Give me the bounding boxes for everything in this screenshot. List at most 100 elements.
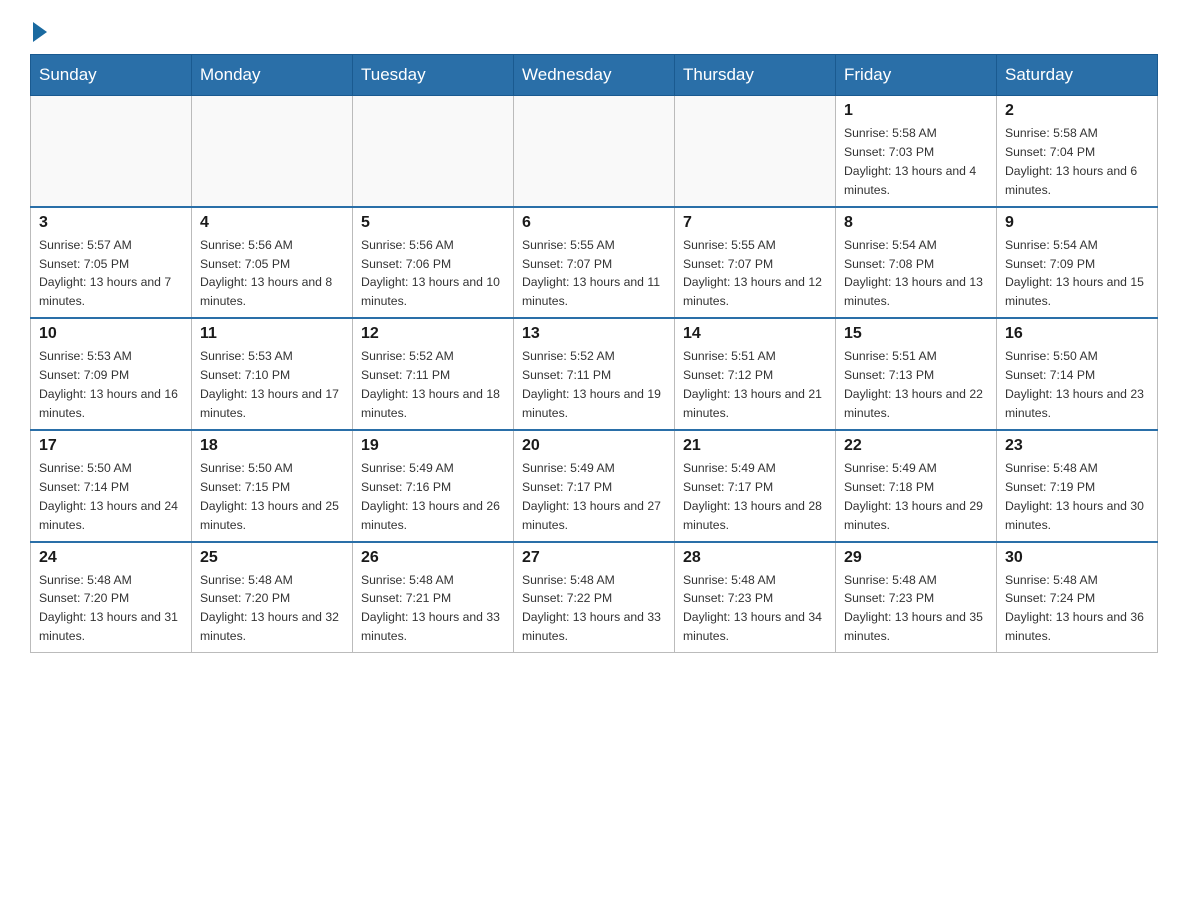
day-info: Sunrise: 5:55 AMSunset: 7:07 PMDaylight:…	[683, 236, 827, 312]
calendar-cell: 18 Sunrise: 5:50 AMSunset: 7:15 PMDayligh…	[192, 430, 353, 542]
day-info: Sunrise: 5:48 AMSunset: 7:23 PMDaylight:…	[683, 571, 827, 647]
calendar-cell	[192, 96, 353, 207]
day-info: Sunrise: 5:50 AMSunset: 7:15 PMDaylight:…	[200, 459, 344, 535]
day-number: 23	[1005, 437, 1149, 455]
day-info: Sunrise: 5:54 AMSunset: 7:08 PMDaylight:…	[844, 236, 988, 312]
day-info: Sunrise: 5:58 AMSunset: 7:04 PMDaylight:…	[1005, 124, 1149, 200]
calendar-cell: 14 Sunrise: 5:51 AMSunset: 7:12 PMDayligh…	[675, 318, 836, 430]
day-info: Sunrise: 5:52 AMSunset: 7:11 PMDaylight:…	[361, 347, 505, 423]
calendar-cell: 7 Sunrise: 5:55 AMSunset: 7:07 PMDaylight…	[675, 207, 836, 319]
calendar-cell: 2 Sunrise: 5:58 AMSunset: 7:04 PMDaylight…	[997, 96, 1158, 207]
calendar-cell: 30 Sunrise: 5:48 AMSunset: 7:24 PMDayligh…	[997, 542, 1158, 653]
day-number: 1	[844, 102, 988, 120]
day-number: 17	[39, 437, 183, 455]
day-number: 18	[200, 437, 344, 455]
day-info: Sunrise: 5:49 AMSunset: 7:17 PMDaylight:…	[683, 459, 827, 535]
day-info: Sunrise: 5:54 AMSunset: 7:09 PMDaylight:…	[1005, 236, 1149, 312]
calendar-cell: 16 Sunrise: 5:50 AMSunset: 7:14 PMDayligh…	[997, 318, 1158, 430]
weekday-header-saturday: Saturday	[997, 55, 1158, 96]
calendar-cell: 19 Sunrise: 5:49 AMSunset: 7:16 PMDayligh…	[353, 430, 514, 542]
weekday-header-tuesday: Tuesday	[353, 55, 514, 96]
day-number: 22	[844, 437, 988, 455]
day-info: Sunrise: 5:48 AMSunset: 7:24 PMDaylight:…	[1005, 571, 1149, 647]
calendar-week-row: 1 Sunrise: 5:58 AMSunset: 7:03 PMDaylight…	[31, 96, 1158, 207]
calendar-cell: 4 Sunrise: 5:56 AMSunset: 7:05 PMDaylight…	[192, 207, 353, 319]
day-info: Sunrise: 5:51 AMSunset: 7:12 PMDaylight:…	[683, 347, 827, 423]
day-info: Sunrise: 5:58 AMSunset: 7:03 PMDaylight:…	[844, 124, 988, 200]
day-number: 27	[522, 549, 666, 567]
calendar-cell: 13 Sunrise: 5:52 AMSunset: 7:11 PMDayligh…	[514, 318, 675, 430]
calendar-cell: 25Sunrise: 5:48 AMSunset: 7:20 PMDayligh…	[192, 542, 353, 653]
weekday-header-friday: Friday	[836, 55, 997, 96]
day-info: Sunrise: 5:49 AMSunset: 7:18 PMDaylight:…	[844, 459, 988, 535]
day-info: Sunrise: 5:49 AMSunset: 7:17 PMDaylight:…	[522, 459, 666, 535]
day-number: 14	[683, 325, 827, 343]
day-number: 19	[361, 437, 505, 455]
calendar-cell: 3 Sunrise: 5:57 AMSunset: 7:05 PMDaylight…	[31, 207, 192, 319]
day-number: 26	[361, 549, 505, 567]
calendar-cell	[31, 96, 192, 207]
day-number: 12	[361, 325, 505, 343]
calendar-week-row: 24 Sunrise: 5:48 AMSunset: 7:20 PMDayligh…	[31, 542, 1158, 653]
calendar-cell: 20 Sunrise: 5:49 AMSunset: 7:17 PMDayligh…	[514, 430, 675, 542]
calendar-week-row: 10Sunrise: 5:53 AMSunset: 7:09 PMDayligh…	[31, 318, 1158, 430]
day-info: Sunrise: 5:49 AMSunset: 7:16 PMDaylight:…	[361, 459, 505, 535]
calendar-cell: 21 Sunrise: 5:49 AMSunset: 7:17 PMDayligh…	[675, 430, 836, 542]
day-info: Sunrise: 5:50 AMSunset: 7:14 PMDaylight:…	[39, 459, 183, 535]
day-number: 16	[1005, 325, 1149, 343]
calendar-cell: 22 Sunrise: 5:49 AMSunset: 7:18 PMDayligh…	[836, 430, 997, 542]
day-number: 20	[522, 437, 666, 455]
calendar-cell: 27 Sunrise: 5:48 AMSunset: 7:22 PMDayligh…	[514, 542, 675, 653]
day-number: 2	[1005, 102, 1149, 120]
calendar-cell: 1 Sunrise: 5:58 AMSunset: 7:03 PMDaylight…	[836, 96, 997, 207]
calendar-cell	[675, 96, 836, 207]
day-info: Sunrise: 5:52 AMSunset: 7:11 PMDaylight:…	[522, 347, 666, 423]
day-number: 28	[683, 549, 827, 567]
day-number: 21	[683, 437, 827, 455]
day-info: Sunrise: 5:48 AMSunset: 7:20 PMDaylight:…	[39, 571, 183, 647]
calendar-cell: 24 Sunrise: 5:48 AMSunset: 7:20 PMDayligh…	[31, 542, 192, 653]
day-info: Sunrise: 5:48 AMSunset: 7:23 PMDaylight:…	[844, 571, 988, 647]
day-info: Sunrise: 5:51 AMSunset: 7:13 PMDaylight:…	[844, 347, 988, 423]
day-number: 6	[522, 214, 666, 232]
calendar-cell: 10Sunrise: 5:53 AMSunset: 7:09 PMDayligh…	[31, 318, 192, 430]
day-number: 10	[39, 325, 183, 343]
day-info: Sunrise: 5:57 AMSunset: 7:05 PMDaylight:…	[39, 236, 183, 312]
day-info: Sunrise: 5:50 AMSunset: 7:14 PMDaylight:…	[1005, 347, 1149, 423]
calendar-cell: 15 Sunrise: 5:51 AMSunset: 7:13 PMDayligh…	[836, 318, 997, 430]
day-number: 11	[200, 325, 344, 343]
day-info: Sunrise: 5:48 AMSunset: 7:20 PMDaylight:…	[200, 571, 344, 647]
day-number: 4	[200, 214, 344, 232]
day-number: 24	[39, 549, 183, 567]
calendar-week-row: 17 Sunrise: 5:50 AMSunset: 7:14 PMDayligh…	[31, 430, 1158, 542]
weekday-header-row: SundayMondayTuesdayWednesdayThursdayFrid…	[31, 55, 1158, 96]
calendar-cell	[353, 96, 514, 207]
day-info: Sunrise: 5:56 AMSunset: 7:05 PMDaylight:…	[200, 236, 344, 312]
weekday-header-thursday: Thursday	[675, 55, 836, 96]
calendar-table: SundayMondayTuesdayWednesdayThursdayFrid…	[30, 54, 1158, 653]
calendar-week-row: 3 Sunrise: 5:57 AMSunset: 7:05 PMDaylight…	[31, 207, 1158, 319]
calendar-cell: 11Sunrise: 5:53 AMSunset: 7:10 PMDayligh…	[192, 318, 353, 430]
logo-arrow-icon	[33, 22, 47, 42]
day-info: Sunrise: 5:48 AMSunset: 7:22 PMDaylight:…	[522, 571, 666, 647]
calendar-cell: 5Sunrise: 5:56 AMSunset: 7:06 PMDaylight…	[353, 207, 514, 319]
weekday-header-sunday: Sunday	[31, 55, 192, 96]
calendar-cell: 17 Sunrise: 5:50 AMSunset: 7:14 PMDayligh…	[31, 430, 192, 542]
calendar-cell: 6Sunrise: 5:55 AMSunset: 7:07 PMDaylight…	[514, 207, 675, 319]
calendar-cell: 26 Sunrise: 5:48 AMSunset: 7:21 PMDayligh…	[353, 542, 514, 653]
day-number: 29	[844, 549, 988, 567]
day-number: 13	[522, 325, 666, 343]
day-info: Sunrise: 5:48 AMSunset: 7:19 PMDaylight:…	[1005, 459, 1149, 535]
calendar-cell	[514, 96, 675, 207]
calendar-cell: 28 Sunrise: 5:48 AMSunset: 7:23 PMDayligh…	[675, 542, 836, 653]
calendar-cell: 23 Sunrise: 5:48 AMSunset: 7:19 PMDayligh…	[997, 430, 1158, 542]
header	[30, 20, 1158, 38]
calendar-cell: 9Sunrise: 5:54 AMSunset: 7:09 PMDaylight…	[997, 207, 1158, 319]
day-number: 3	[39, 214, 183, 232]
day-number: 30	[1005, 549, 1149, 567]
weekday-header-monday: Monday	[192, 55, 353, 96]
day-number: 15	[844, 325, 988, 343]
logo	[30, 20, 47, 38]
day-number: 7	[683, 214, 827, 232]
day-info: Sunrise: 5:48 AMSunset: 7:21 PMDaylight:…	[361, 571, 505, 647]
